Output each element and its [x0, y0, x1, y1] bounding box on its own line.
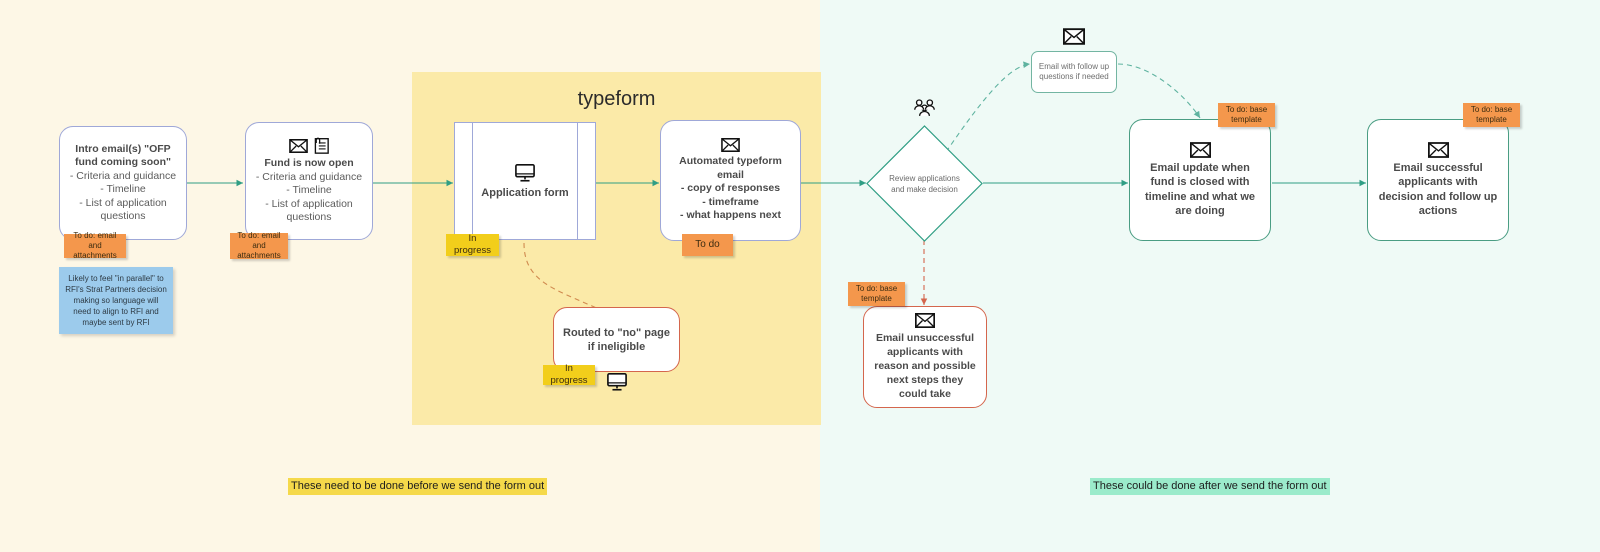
node-fund-open-line-2: - Timeline [286, 184, 332, 197]
node-email-successful[interactable]: Email successful applicants with decisio… [1367, 119, 1509, 241]
proc-divider-right [577, 123, 578, 239]
envelope-icon [1427, 141, 1449, 158]
node-email-fund-closed[interactable]: Email update when fund is closed with ti… [1129, 119, 1271, 241]
monitor-icon [514, 163, 536, 183]
node-fund-open-line-1: - Criteria and guidance [255, 170, 363, 183]
document-attachment-icon [311, 137, 330, 155]
badge-automated-typeform-email-status[interactable]: To do [682, 234, 733, 256]
node-automated-typeform-email-line-1: - copy of responses [680, 182, 781, 195]
node-email-unsuccessful-title: Email unsuccessful applicants with reaso… [874, 332, 976, 400]
node-automated-typeform-email[interactable]: Automated typeform email - copy of respo… [660, 120, 801, 241]
node-email-successful-title: Email successful applicants with decisio… [1378, 161, 1498, 218]
node-intro-email-line-1: - Criteria and guidance [69, 169, 177, 182]
badge-email-unsuccessful-status[interactable]: To do: base template [848, 282, 905, 306]
node-follow-up-email[interactable]: Email with follow up questions if needed [1031, 51, 1117, 93]
caption-before-form[interactable]: These need to be done before we send the… [288, 478, 548, 495]
note-parallel-rfi[interactable]: Likely to feel "in parallel" to RFI's St… [59, 267, 173, 334]
badge-intro-email-status[interactable]: To do: email and attachments [64, 231, 126, 260]
node-fund-open-line-3: - List of application questions [265, 197, 353, 224]
flowchart-canvas: typeform Intro email(s) "OFP fund coming… [0, 0, 1600, 552]
node-intro-email-title: Intro email(s) "OFP fund coming soon" [75, 142, 171, 169]
node-intro-email-line-2: - Timeline [100, 183, 146, 195]
node-automated-typeform-email-line-2: - timeframe [702, 195, 759, 208]
badge-email-successful-status[interactable]: To do: base template [1463, 103, 1520, 127]
badge-routed-no-page-status[interactable]: In progress [543, 363, 595, 386]
node-fund-open-title: Fund is now open [264, 157, 354, 170]
node-review-decision-label: Review applications and make decision [889, 173, 960, 194]
node-email-fund-closed-title: Email update when fund is closed with ti… [1144, 161, 1256, 218]
node-routed-no-page-title: Routed to "no" page if ineligible [563, 326, 670, 353]
proc-divider-left [472, 123, 473, 239]
node-fund-open[interactable]: Fund is now open - Criteria and guidance… [245, 122, 373, 240]
envelope-icon [915, 313, 935, 328]
node-application-form[interactable]: Application form [454, 122, 596, 240]
node-review-decision[interactable]: Review applications and make decision [866, 125, 983, 242]
badge-fund-open-status[interactable]: To do: email and attachments [230, 231, 288, 260]
envelope-icon [721, 138, 740, 153]
node-automated-typeform-email-line-3: - what happens next [680, 209, 781, 222]
node-follow-up-email-title: Email with follow up questions if needed [1038, 61, 1110, 82]
node-automated-typeform-email-title: Automated typeform email [679, 155, 782, 181]
envelope-icon [1189, 141, 1211, 158]
node-application-form-title: Application form [481, 186, 569, 199]
monitor-icon [606, 372, 628, 392]
people-group-icon [913, 98, 936, 117]
envelope-icon [288, 138, 308, 153]
caption-after-form[interactable]: These could be done after we send the fo… [1090, 478, 1330, 495]
node-intro-email[interactable]: Intro email(s) "OFP fund coming soon" - … [59, 126, 187, 240]
right-phase-background [820, 0, 1600, 552]
typeform-group-label: typeform [577, 88, 656, 110]
node-intro-email-line-3: - List of application questions [79, 196, 167, 223]
badge-application-form-status[interactable]: In progress [446, 233, 499, 256]
node-fund-open-icons [288, 137, 330, 155]
badge-email-fund-closed-status[interactable]: To do: base template [1218, 103, 1275, 127]
node-email-unsuccessful[interactable]: Email unsuccessful applicants with reaso… [863, 306, 987, 408]
envelope-icon [1063, 28, 1085, 45]
